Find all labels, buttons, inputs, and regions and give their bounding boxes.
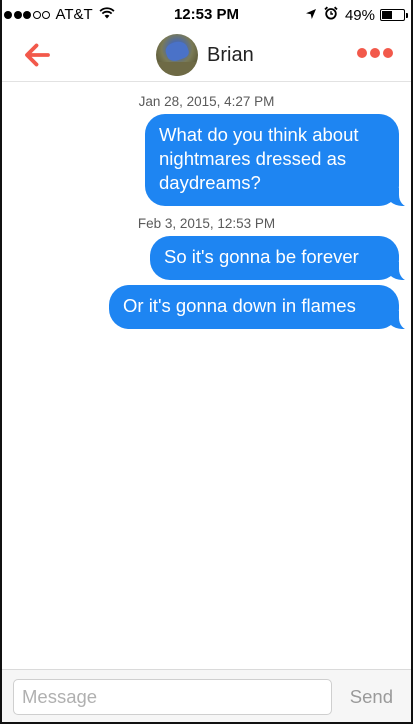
sent-message-bubble[interactable]: So it's gonna be forever bbox=[150, 236, 412, 281]
back-arrow-icon bbox=[25, 43, 50, 67]
message-text: Or it's gonna down in flames bbox=[123, 295, 356, 316]
alarm-clock-icon bbox=[324, 6, 338, 24]
battery-percent: 49% bbox=[344, 6, 375, 24]
status-right: 49% bbox=[305, 6, 408, 24]
send-button[interactable]: Send bbox=[350, 686, 393, 708]
battery-icon bbox=[380, 9, 408, 21]
message-input[interactable] bbox=[13, 679, 332, 715]
contact-header[interactable]: Brian bbox=[156, 34, 254, 76]
more-button[interactable] bbox=[354, 48, 393, 58]
status-bar: AT&T 12:53 PM 49% bbox=[0, 0, 413, 30]
more-dots-icon bbox=[370, 48, 380, 58]
avatar[interactable] bbox=[156, 34, 198, 76]
message-text: So it's gonna be forever bbox=[164, 246, 359, 267]
sent-message-bubble[interactable]: What do you think about nightmares dress… bbox=[145, 114, 412, 207]
sent-message-bubble[interactable]: Or it's gonna down in flames bbox=[109, 285, 412, 330]
message-timestamp: Jan 28, 2015, 4:27 PM bbox=[138, 94, 275, 109]
message-list[interactable]: Jan 28, 2015, 4:27 PM What do you think … bbox=[0, 83, 413, 669]
more-dots-icon bbox=[357, 48, 367, 58]
contact-name: Brian bbox=[207, 43, 254, 66]
more-dots-icon bbox=[383, 48, 393, 58]
battery-level bbox=[382, 11, 393, 19]
message-timestamp: Feb 3, 2015, 12:53 PM bbox=[137, 216, 276, 231]
conversation-header: Brian bbox=[0, 30, 413, 82]
back-button[interactable] bbox=[20, 40, 56, 70]
message-composer: Send bbox=[0, 669, 413, 724]
location-arrow-icon bbox=[305, 7, 317, 24]
message-text: What do you think about nightmares dress… bbox=[159, 124, 359, 193]
screen-edge bbox=[0, 0, 2, 724]
